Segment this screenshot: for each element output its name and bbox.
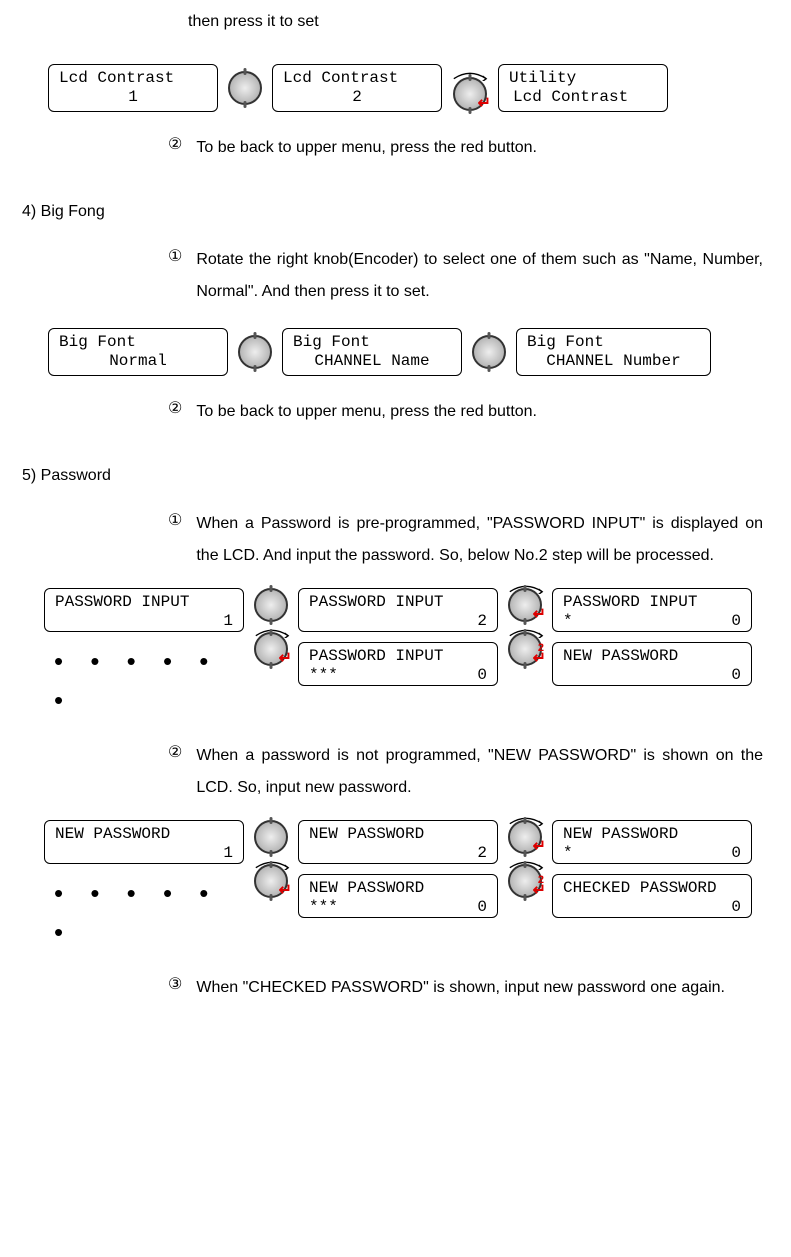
lcd-line: 1: [59, 88, 207, 107]
rotary-knob-icon: [228, 71, 262, 105]
lcd-line: Lcd Contrast: [509, 88, 657, 107]
step-marker: ③: [168, 973, 182, 1004]
enter-count: 2: [538, 872, 544, 889]
step-marker: ①: [168, 509, 182, 572]
lcd-box-pw-input-stars: PASSWORD INPUT *** 0: [298, 642, 498, 686]
lcd-line: Lcd Contrast: [283, 69, 431, 88]
sec5-step1: ① When a Password is pre-programmed, "PA…: [168, 508, 763, 572]
enter-icon: ↵: [533, 607, 546, 623]
step-marker: ②: [168, 397, 182, 428]
enter-count: 2: [538, 640, 544, 657]
step-marker: ②: [168, 741, 182, 804]
lcd-box-utility: Utility Lcd Contrast: [498, 64, 668, 112]
lcd-box-pw-input-2: PASSWORD INPUT 2: [298, 588, 498, 632]
knob-press-icon: ↵: [452, 65, 488, 111]
enter-icon: ↵: [279, 651, 292, 667]
ellipsis-dots: • • • • • •: [44, 874, 244, 952]
step-text: When "CHECKED PASSWORD" is shown, input …: [196, 972, 763, 1004]
lcd-line-left: *: [563, 612, 573, 631]
step-marker: ①: [168, 245, 182, 308]
lcd-line-left: ***: [309, 898, 338, 917]
rotary-knob-icon: [254, 588, 288, 622]
lcd-box-new-password: NEW PASSWORD 0: [552, 642, 752, 686]
lcd-line: 2: [309, 612, 487, 631]
lcd-line-left: *: [563, 844, 573, 863]
lcd-line: NEW PASSWORD: [309, 879, 487, 898]
section-4-heading: 4) Big Fong: [22, 200, 773, 224]
lcd-line: PASSWORD INPUT: [309, 593, 487, 612]
lcd-line: NEW PASSWORD: [55, 825, 233, 844]
lcd-box-pw-input-1: PASSWORD INPUT 1: [44, 588, 244, 632]
lcd-line: Big Font: [293, 333, 451, 352]
lcd-line: NEW PASSWORD: [309, 825, 487, 844]
lcd-box-new-pw-1: NEW PASSWORD 1: [44, 820, 244, 864]
new-password-flow: NEW PASSWORD 1 • • • • • • ↵ NEW PASSWOR…: [44, 820, 747, 952]
lcd-line: 1: [55, 612, 233, 631]
lcd-line-right: 0: [477, 666, 487, 685]
step-marker: ②: [168, 133, 182, 164]
big-font-row: Big Font Normal Big Font CHANNEL Name Bi…: [48, 328, 743, 376]
enter-icon: ↵: [478, 96, 491, 112]
step-text: To be back to upper menu, press the red …: [196, 132, 763, 164]
lcd-line: PASSWORD INPUT: [55, 593, 233, 612]
lcd-line: PASSWORD INPUT: [309, 647, 487, 666]
sec4-step2: ② To be back to upper menu, press the re…: [168, 396, 763, 428]
sec5-step3: ③ When "CHECKED PASSWORD" is shown, inpu…: [168, 972, 763, 1004]
section-5-heading: 5) Password: [22, 464, 773, 488]
rotary-knob-icon: [254, 820, 288, 854]
lcd-line: 0: [563, 898, 741, 917]
lcd-line: 1: [55, 844, 233, 863]
step-text: When a Password is pre-programmed, "PASS…: [196, 508, 763, 572]
rotary-knob-icon: [238, 335, 272, 369]
lcd-box-bigfont-number: Big Font CHANNEL Number: [516, 328, 711, 376]
step-text: When a password is not programmed, "NEW …: [196, 740, 763, 804]
lcd-line-right: 0: [731, 612, 741, 631]
lcd-box-new-pw-2: NEW PASSWORD 2: [298, 820, 498, 864]
enter-icon: ↵: [279, 883, 292, 899]
lcd-line: NEW PASSWORD: [563, 825, 741, 844]
ellipsis-dots: • • • • • •: [44, 642, 244, 720]
lcd-box-contrast-2: Lcd Contrast 2: [272, 64, 442, 112]
intro-tail-text: then press it to set: [188, 10, 773, 34]
lcd-line: Big Font: [527, 333, 700, 352]
lcd-box-checked-password: CHECKED PASSWORD 0: [552, 874, 752, 918]
lcd-line-left: ***: [309, 666, 338, 685]
lcd-box-bigfont-name: Big Font CHANNEL Name: [282, 328, 462, 376]
rotary-knob-icon: [472, 335, 506, 369]
lcd-box-new-pw-star0: NEW PASSWORD * 0: [552, 820, 752, 864]
password-input-flow: PASSWORD INPUT 1 • • • • • • ↵ PASSWORD …: [44, 588, 747, 720]
lcd-line: NEW PASSWORD: [563, 647, 741, 666]
step-text: Rotate the right knob(Encoder) to select…: [196, 244, 763, 308]
enter-icon: ↵: [533, 839, 546, 855]
lcd-line: 0: [563, 666, 741, 685]
lcd-line: Normal: [59, 352, 217, 371]
lcd-line-right: 0: [477, 898, 487, 917]
lcd-line: 2: [283, 88, 431, 107]
lcd-line: CHANNEL Number: [527, 352, 700, 371]
lcd-line: Big Font: [59, 333, 217, 352]
lcd-line: CHECKED PASSWORD: [563, 879, 741, 898]
lcd-box-new-pw-stars: NEW PASSWORD *** 0: [298, 874, 498, 918]
lcd-line: Lcd Contrast: [59, 69, 207, 88]
step-text: To be back to upper menu, press the red …: [196, 396, 763, 428]
sec4-step1: ① Rotate the right knob(Encoder) to sele…: [168, 244, 763, 308]
sec5-step2: ② When a password is not programmed, "NE…: [168, 740, 763, 804]
lcd-line-right: 0: [731, 844, 741, 863]
lcd-line: 2: [309, 844, 487, 863]
lcd-box-bigfont-normal: Big Font Normal: [48, 328, 228, 376]
lcd-line: PASSWORD INPUT: [563, 593, 741, 612]
lcd-line: CHANNEL Name: [293, 352, 451, 371]
lcd-contrast-row: Lcd Contrast 1 Lcd Contrast 2 ↵ Utility …: [48, 64, 743, 112]
lcd-box-contrast-1: Lcd Contrast 1: [48, 64, 218, 112]
lcd-box-pw-input-star0: PASSWORD INPUT * 0: [552, 588, 752, 632]
step-back-upper: ② To be back to upper menu, press the re…: [168, 132, 763, 164]
lcd-line: Utility: [509, 69, 657, 88]
